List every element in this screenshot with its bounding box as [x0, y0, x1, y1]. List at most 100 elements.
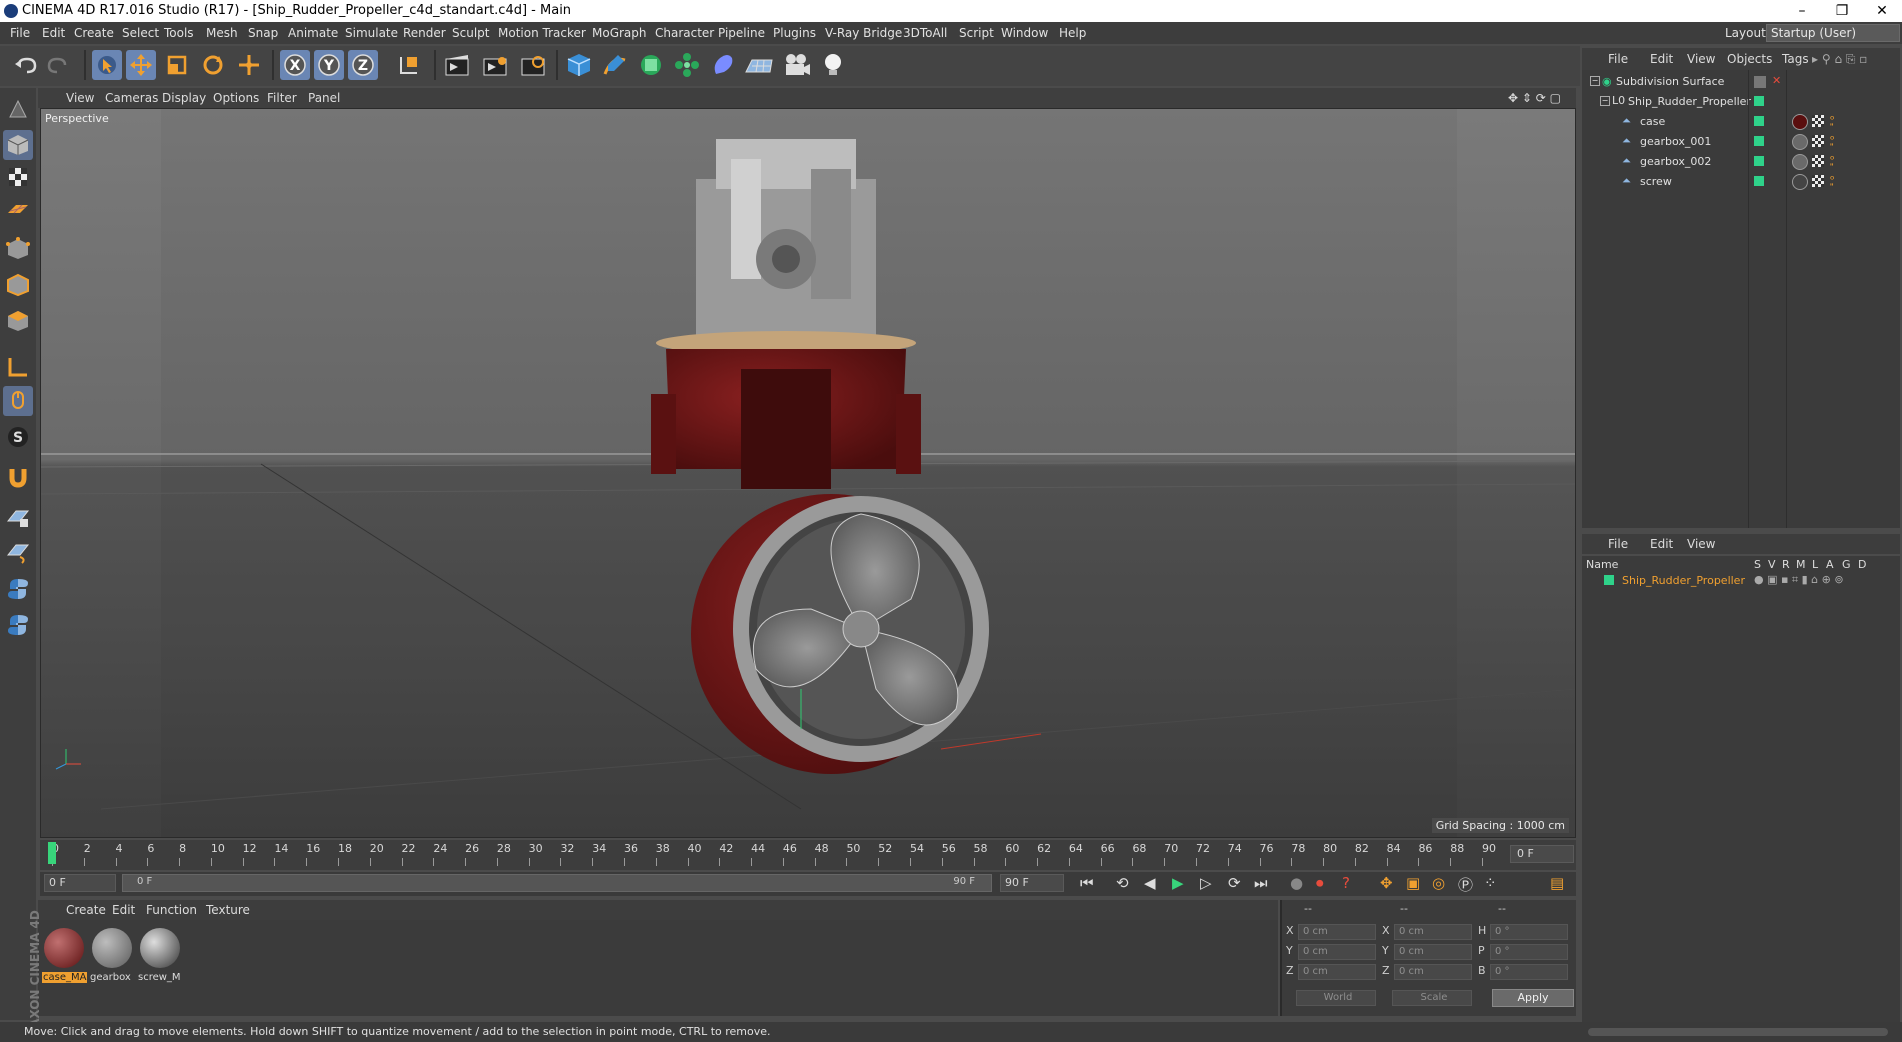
play-icon[interactable]: ▶: [1172, 874, 1184, 892]
model-mode-icon[interactable]: [3, 130, 33, 160]
coordinate-system-dropdown[interactable]: World: [1296, 990, 1376, 1006]
rotation-h-field[interactable]: 0 °: [1490, 924, 1568, 940]
material-menu-function[interactable]: Function: [146, 903, 197, 917]
previous-key-icon[interactable]: ⟲: [1116, 874, 1129, 892]
material-swatch[interactable]: screw_M: [138, 928, 182, 994]
grid-snap-icon[interactable]: [3, 538, 33, 568]
om-menu-edit[interactable]: Edit: [1650, 52, 1673, 66]
nurbs-icon[interactable]: [636, 50, 666, 80]
grid-lock-icon[interactable]: [3, 502, 33, 532]
edges-mode-icon[interactable]: [3, 270, 33, 300]
phong-tag-icon[interactable]: ᵒ͈: [1830, 133, 1835, 146]
phong-tag-icon[interactable]: ᵒ͈: [1830, 153, 1835, 166]
size-z-field[interactable]: 0 cm: [1394, 964, 1472, 980]
menu-sculpt[interactable]: Sculpt: [452, 26, 489, 40]
perspective-viewport[interactable]: Perspective Grid Spacing : 1000 cm: [40, 108, 1576, 838]
key-position-icon[interactable]: ✥: [1380, 874, 1393, 892]
start-frame-field[interactable]: 0 F: [44, 874, 116, 892]
move-icon[interactable]: [126, 50, 156, 80]
om-menu-objects[interactable]: Objects: [1727, 52, 1772, 66]
material-tag-icon[interactable]: [1792, 154, 1808, 170]
menu-create[interactable]: Create: [74, 26, 114, 40]
apply-button[interactable]: Apply: [1492, 989, 1574, 1007]
viewport-camera-label[interactable]: Perspective: [45, 112, 109, 125]
layer-row[interactable]: Ship_Rudder_Propeller ● ▣ ▪ ⌗ ▮ ⌂ ⊕ ⊚: [1582, 572, 1900, 590]
python-script-icon[interactable]: [3, 610, 33, 640]
object-row[interactable]: ⏶ gearbox_002 ᵒ͈: [1582, 152, 1900, 172]
viewport-menu-filter[interactable]: Filter: [267, 91, 297, 105]
layer-menu-view[interactable]: View: [1687, 537, 1715, 551]
menu-script[interactable]: Script: [959, 26, 994, 40]
key-parameter-icon[interactable]: Ⓟ: [1458, 874, 1473, 895]
viewport-menu-options[interactable]: Options: [213, 91, 259, 105]
rotation-b-field[interactable]: 0 °: [1490, 964, 1568, 980]
restore-button[interactable]: ❐: [1822, 0, 1862, 22]
cube-primitive-icon[interactable]: [564, 50, 594, 80]
om-menu-view[interactable]: View: [1687, 52, 1715, 66]
rotation-p-field[interactable]: 0 °: [1490, 944, 1568, 960]
object-row[interactable]: ⏶ case ᵒ͈: [1582, 112, 1900, 132]
material-swatch[interactable]: case_MA: [42, 928, 88, 994]
deformer-icon[interactable]: [708, 50, 738, 80]
position-x-field[interactable]: 0 cm: [1298, 924, 1376, 940]
enabled-x-icon[interactable]: ✕: [1772, 74, 1781, 87]
spline-pen-icon[interactable]: [600, 50, 630, 80]
record-icon[interactable]: ⏺: [1316, 874, 1324, 892]
menu-plugins[interactable]: Plugins: [773, 26, 816, 40]
make-editable-icon[interactable]: [3, 94, 33, 124]
texture-tag-icon[interactable]: [1812, 155, 1824, 167]
axis-mode-icon[interactable]: [3, 352, 33, 382]
object-row[interactable]: − L0 Ship_Rudder_Propeller: [1582, 92, 1900, 112]
menu-3dtoall[interactable]: 3DToAll: [903, 26, 947, 40]
size-y-field[interactable]: 0 cm: [1394, 944, 1472, 960]
redo-icon[interactable]: [44, 50, 74, 80]
timeline-layout-icon[interactable]: ▤: [1550, 874, 1564, 892]
go-to-end-icon[interactable]: ⏭: [1254, 874, 1268, 892]
texture-tag-icon[interactable]: [1812, 135, 1824, 147]
menu-mograph[interactable]: MoGraph: [592, 26, 647, 40]
collapse-icon[interactable]: −: [1600, 96, 1610, 106]
autokey-icon[interactable]: ?: [1342, 874, 1350, 892]
material-tag-icon[interactable]: [1792, 114, 1808, 130]
menu-simulate[interactable]: Simulate: [345, 26, 398, 40]
menu-help[interactable]: Help: [1059, 26, 1086, 40]
menu-pipeline[interactable]: Pipeline: [718, 26, 765, 40]
layer-menu-edit[interactable]: Edit: [1650, 537, 1673, 551]
menu-mesh[interactable]: Mesh: [206, 26, 238, 40]
z-axis-icon[interactable]: Z: [348, 50, 378, 80]
python-icon[interactable]: [3, 574, 33, 604]
menu-tools[interactable]: Tools: [164, 26, 194, 40]
go-to-start-icon[interactable]: ⏮: [1080, 874, 1094, 892]
key-pla-icon[interactable]: ⁘: [1484, 874, 1497, 892]
array-icon[interactable]: [672, 50, 702, 80]
keyframe-icon[interactable]: ●: [1290, 874, 1303, 892]
close-button[interactable]: ✕: [1862, 0, 1902, 22]
material-menu-edit[interactable]: Edit: [112, 903, 135, 917]
object-row[interactable]: ⏶ gearbox_001 ᵒ͈: [1582, 132, 1900, 152]
points-mode-icon[interactable]: [3, 234, 33, 264]
snapping-icon[interactable]: S: [3, 422, 33, 452]
size-x-field[interactable]: 0 cm: [1394, 924, 1472, 940]
magnet-icon[interactable]: [3, 462, 33, 492]
menu-snap[interactable]: Snap: [248, 26, 278, 40]
material-swatch[interactable]: gearbox: [90, 928, 134, 994]
playhead[interactable]: [48, 842, 56, 864]
camera-icon[interactable]: [782, 50, 812, 80]
render-settings-icon[interactable]: [518, 50, 548, 80]
position-z-field[interactable]: 0 cm: [1298, 964, 1376, 980]
layout-select[interactable]: Startup (User): [1766, 24, 1900, 42]
viewport-menu-panel[interactable]: Panel: [308, 91, 340, 105]
menu-file[interactable]: File: [10, 26, 30, 40]
y-axis-icon[interactable]: Y: [314, 50, 344, 80]
layer-menu-file[interactable]: File: [1608, 537, 1628, 551]
texture-tag-icon[interactable]: [1812, 115, 1824, 127]
om-menu-file[interactable]: File: [1608, 52, 1628, 66]
object-row[interactable]: ⏶ screw ᵒ͈: [1582, 172, 1900, 192]
end-frame-field[interactable]: 90 F: [1000, 874, 1064, 892]
preview-range-slider[interactable]: 0 F 90 F: [122, 874, 992, 892]
floor-icon[interactable]: [744, 50, 774, 80]
material-menu-texture[interactable]: Texture: [206, 903, 250, 917]
material-tag-icon[interactable]: [1792, 174, 1808, 190]
material-menu-create[interactable]: Create: [66, 903, 106, 917]
menu-edit[interactable]: Edit: [42, 26, 65, 40]
